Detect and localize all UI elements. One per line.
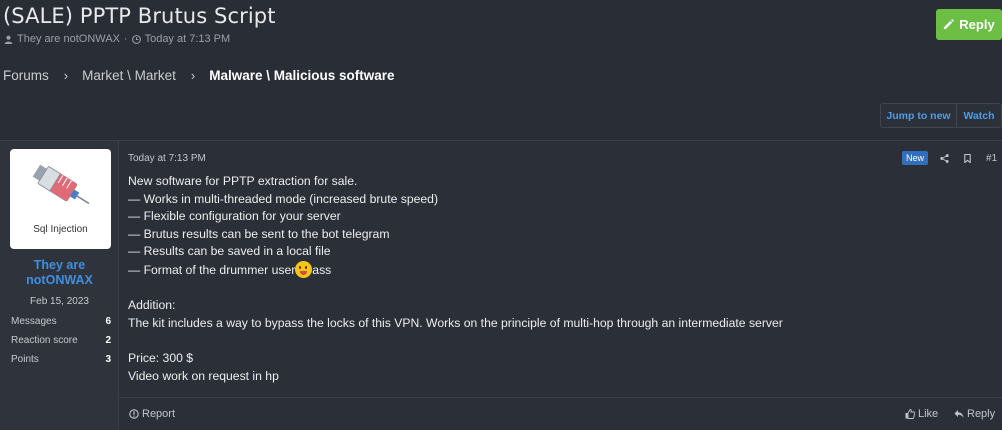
like-button[interactable]: Like xyxy=(905,408,938,420)
avatar-caption: Sql Injection xyxy=(33,224,88,235)
new-badge: New xyxy=(902,151,929,165)
user-icon xyxy=(4,35,13,44)
post-line: New software for PPTP extraction for sal… xyxy=(128,174,358,188)
stat-reaction-score: Reaction score 2 xyxy=(11,335,111,346)
video-line: Video work on request in hp xyxy=(128,368,279,383)
post-line: — Works in multi-threaded mode (increase… xyxy=(128,191,439,206)
thread-author[interactable]: They are notONWAX xyxy=(17,33,120,45)
share-icon[interactable] xyxy=(940,153,949,163)
breadcrumb-malware[interactable]: Malware \ Malicious software xyxy=(209,68,394,83)
thread-meta: They are notONWAX · Today at 7:13 PM xyxy=(4,33,230,45)
post-reply-button[interactable]: Reply xyxy=(954,408,995,420)
watch-button[interactable]: Watch xyxy=(957,104,1001,127)
addition-heading: Addition: xyxy=(128,298,176,313)
chevron-right-icon: › xyxy=(190,68,196,83)
post-tools: New #1 xyxy=(902,151,997,165)
post-user-column: Sql Injection They are notONWAX Feb 15, … xyxy=(0,141,119,430)
post-username[interactable]: They are notONWAX xyxy=(0,258,119,288)
thread-button-group: Jump to new Watch xyxy=(880,103,1002,128)
post-body: New software for PPTP extraction for sal… xyxy=(128,173,783,385)
smiley-tongue-icon xyxy=(295,260,313,278)
join-date: Feb 15, 2023 xyxy=(30,296,89,307)
thread-title: (SALE) PPTP Brutus Script xyxy=(3,4,276,28)
report-icon xyxy=(129,409,139,419)
report-button[interactable]: Report xyxy=(129,408,175,420)
post-line: — Results can be saved in a local file xyxy=(128,244,331,259)
jump-to-new-button[interactable]: Jump to new xyxy=(881,104,957,127)
bookmark-icon[interactable] xyxy=(963,153,972,163)
addition-text: The kit includes a way to bypass the loc… xyxy=(128,315,783,330)
stat-value: 2 xyxy=(105,335,111,346)
username-line-1: They are xyxy=(33,258,86,272)
reply-button-label: Reply xyxy=(959,17,995,32)
syringe-icon xyxy=(32,164,90,205)
stat-label: Messages xyxy=(11,316,57,327)
post-reply-label: Reply xyxy=(967,408,996,420)
stat-messages: Messages 6 xyxy=(11,316,111,327)
post: Sql Injection They are notONWAX Feb 15, … xyxy=(0,140,1002,430)
chevron-right-icon: › xyxy=(63,68,69,83)
post-line-format: — Format of the drummer user ass xyxy=(128,260,783,280)
pencil-icon xyxy=(944,19,955,30)
format-text-pre: — Format of the drummer user xyxy=(128,262,296,277)
post-line: — Flexible configuration for your server xyxy=(128,209,341,224)
stat-label: Reaction score xyxy=(11,335,78,346)
format-text-post: ass xyxy=(312,262,332,277)
avatar[interactable]: Sql Injection xyxy=(10,149,111,249)
report-label: Report xyxy=(142,408,176,420)
price-line: Price: 300 $ xyxy=(128,350,194,365)
breadcrumb: Forums › Market \ Market › Malware \ Mal… xyxy=(3,68,395,83)
reply-button[interactable]: Reply xyxy=(936,9,1002,40)
post-date[interactable]: Today at 7:13 PM xyxy=(128,153,206,164)
reply-icon xyxy=(954,410,964,418)
stat-value: 3 xyxy=(105,354,111,365)
post-footer: Report Like Reply xyxy=(119,397,1002,430)
breadcrumb-market[interactable]: Market \ Market xyxy=(82,68,176,83)
username-line-2: notONWAX xyxy=(26,273,93,287)
stat-points: Points 3 xyxy=(11,354,111,365)
breadcrumb-forums[interactable]: Forums xyxy=(3,68,49,83)
clock-icon xyxy=(131,34,141,44)
stat-label: Points xyxy=(11,354,39,365)
meta-separator: · xyxy=(123,33,128,45)
post-line: — Brutus results can be sent to the bot … xyxy=(128,226,390,241)
thread-time[interactable]: Today at 7:13 PM xyxy=(145,33,231,45)
stat-value: 6 xyxy=(105,316,111,327)
like-icon xyxy=(905,409,915,419)
like-label: Like xyxy=(918,408,939,420)
post-number[interactable]: #1 xyxy=(986,153,997,164)
